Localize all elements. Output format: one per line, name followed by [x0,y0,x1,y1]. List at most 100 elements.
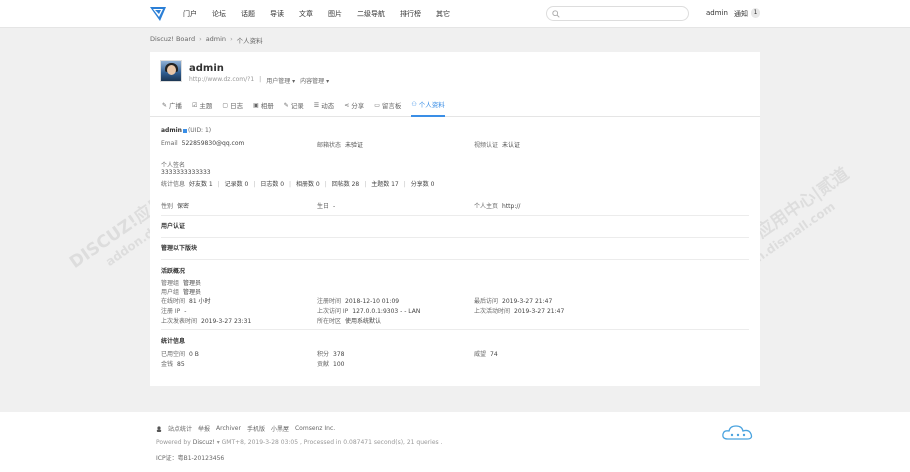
divider [161,259,749,260]
content-manage-label: 内容管理 [300,78,325,85]
admin-group-value[interactable]: 管理员 [183,280,201,287]
last-ip-key: 上次访问 IP [317,308,349,315]
timezone-key: 所在时区 [317,318,342,325]
reply-count[interactable]: 回帖数 28 [332,181,360,188]
footer-link-report[interactable]: 举报 [198,424,210,433]
tab-message-board[interactable]: ▭ 留言板 [374,95,401,117]
profile-tabs: ✎ 广播 ☑ 主题 ▢ 日志 ▣ 相册 ✎ 记录 ☰ 动态 ⋖ 分享 ▭ 留言板 ⚇ 个人资料 [150,95,760,117]
divider [161,215,749,216]
nav-item-secondary[interactable]: 二级导航 [357,9,385,19]
friends-count[interactable]: 好友数 1 [189,181,213,188]
nav-item-forum[interactable]: 论坛 [212,9,226,19]
nav-item-guide[interactable]: 导读 [270,9,284,19]
notice-count-badge[interactable]: 1 [751,8,760,18]
footer-link-archiver[interactable]: Archiver [216,425,241,432]
nav-item-article[interactable]: 文章 [299,9,313,19]
search-input[interactable] [565,8,683,19]
online-dot-icon [182,128,187,133]
last-active-row: 上次活动时间 2019-3-27 21:47 [474,306,564,315]
nav-item-other[interactable]: 其它 [436,9,450,19]
footer-link-stats[interactable]: 站点统计 [168,424,192,433]
nav-item-topic[interactable]: 话题 [241,9,255,19]
last-ip-row: 上次访问 IP 127.0.0.1:9303 - - LAN [317,306,420,315]
last-active-key: 上次活动时间 [474,308,511,315]
search-icon[interactable] [552,10,560,18]
admin-group-key: 管理组 [161,280,180,287]
nav-item-ranking[interactable]: 排行榜 [400,9,421,19]
online-time-row: 在线时间 81 小时 [161,296,211,305]
money-row: 金钱 85 [161,359,185,368]
notice-link[interactable]: 通知 [734,9,748,19]
powered-discuz-link[interactable]: Discuz! [193,439,215,446]
prestige-row: 威望 74 [474,349,498,358]
breadcrumb-user[interactable]: admin [206,35,226,45]
profile-url[interactable]: http://www.dz.com/?1 [189,76,254,85]
powered-info: GMT+8, 2019-3-28 03:05 , Processed in 0.… [221,439,443,446]
profile-name: admin [189,63,224,74]
breadcrumb-home[interactable]: Discuz! Board [150,35,195,45]
stats-icon [156,425,162,432]
footer-link-mobile[interactable]: 手机版 [247,424,265,433]
footer-icp[interactable]: ICP证：粤B1-20123456 [156,453,224,462]
divider [161,237,749,238]
top-navbar: 门户 论坛 话题 导读 文章 图片 二级导航 排行榜 其它 admin 通知 1 [0,0,910,28]
footer-link-blacklist[interactable]: 小黑屋 [271,424,289,433]
tab-label: 动态 [321,102,335,110]
gender-value: 保密 [177,203,190,210]
nav-item-image[interactable]: 图片 [328,9,342,19]
search-box [546,6,689,21]
nav-item-portal[interactable]: 门户 [183,9,197,19]
timezone-value: 使用系统默认 [345,318,382,325]
avatar[interactable] [160,60,182,82]
tab-diary[interactable]: ▢ 日志 [222,95,243,117]
last-visit-key: 最后访问 [474,298,499,305]
user-manage-menu[interactable]: 用户管理 ▾ [266,76,295,85]
tab-label: 个人资料 [418,101,445,109]
tab-album[interactable]: ▣ 相册 [253,95,274,117]
reg-time-key: 注册时间 [317,298,342,305]
last-visit-row: 最后访问 2019-3-27 21:47 [474,296,552,305]
tab-topics[interactable]: ☑ 主题 [192,95,212,117]
chevron-down-icon: ▾ [292,78,296,85]
site-logo-icon[interactable] [150,7,166,21]
records-count[interactable]: 记录数 0 [225,181,249,188]
album-icon: ▣ [253,102,259,109]
user-group-value[interactable]: 管理员 [183,289,201,296]
album-count[interactable]: 相册数 0 [296,181,320,188]
reg-ip-key: 注册 IP [161,308,181,315]
stats-key: 统计信息 [161,181,186,188]
divider: | [217,181,220,188]
tab-broadcast[interactable]: ✎ 广播 [162,95,182,117]
stats-row: 统计信息 好友数 1 | 记录数 0 | 日志数 0 | 相册数 0 | 回帖数 28 |… [161,179,436,188]
user-icon: ⚇ [411,101,417,108]
tab-profile[interactable]: ⚇ 个人资料 [411,95,445,117]
main-nav: 门户 论坛 话题 导读 文章 图片 二级导航 排行榜 其它 [183,0,465,28]
divider: | [403,181,406,188]
tab-label: 记录 [290,102,304,110]
homepage-value[interactable]: http:// [502,203,520,210]
video-cert-row: 视频认证 未认证 [474,140,520,149]
share-count[interactable]: 分享数 0 [411,181,435,188]
content-manage-menu[interactable]: 内容管理 ▾ [300,76,329,85]
mail-status-row: 邮箱状态 未验证 [317,140,363,149]
tab-feed[interactable]: ☰ 动态 [314,95,334,117]
reg-ip-row: 注册 IP - [161,306,186,315]
breadcrumb: Discuz! Board › admin › 个人资料 [150,35,263,45]
divider: | [364,181,367,188]
points-row: 积分 378 [317,349,344,358]
email-value: 522859830@qq.com [181,140,245,147]
thread-count[interactable]: 主题数 17 [371,181,399,188]
topic-icon: ☑ [192,102,198,109]
manage-forums-title: 管理以下版块 [161,245,198,252]
username-line: admin (UID: 1) [161,127,211,134]
megaphone-icon: ✎ [162,102,168,109]
last-post-key: 上次发表时间 [161,318,198,325]
board-icon: ▭ [374,102,380,109]
diary-count[interactable]: 日志数 0 [260,181,284,188]
tab-share[interactable]: ⋖ 分享 [344,95,364,117]
footer-link-comsenz[interactable]: Comsenz Inc. [295,425,335,432]
cloud-logo-icon[interactable] [720,424,756,442]
video-cert-key: 视频认证 [474,142,499,149]
user-link[interactable]: admin [706,9,728,17]
tab-records[interactable]: ✎ 记录 [284,95,304,117]
